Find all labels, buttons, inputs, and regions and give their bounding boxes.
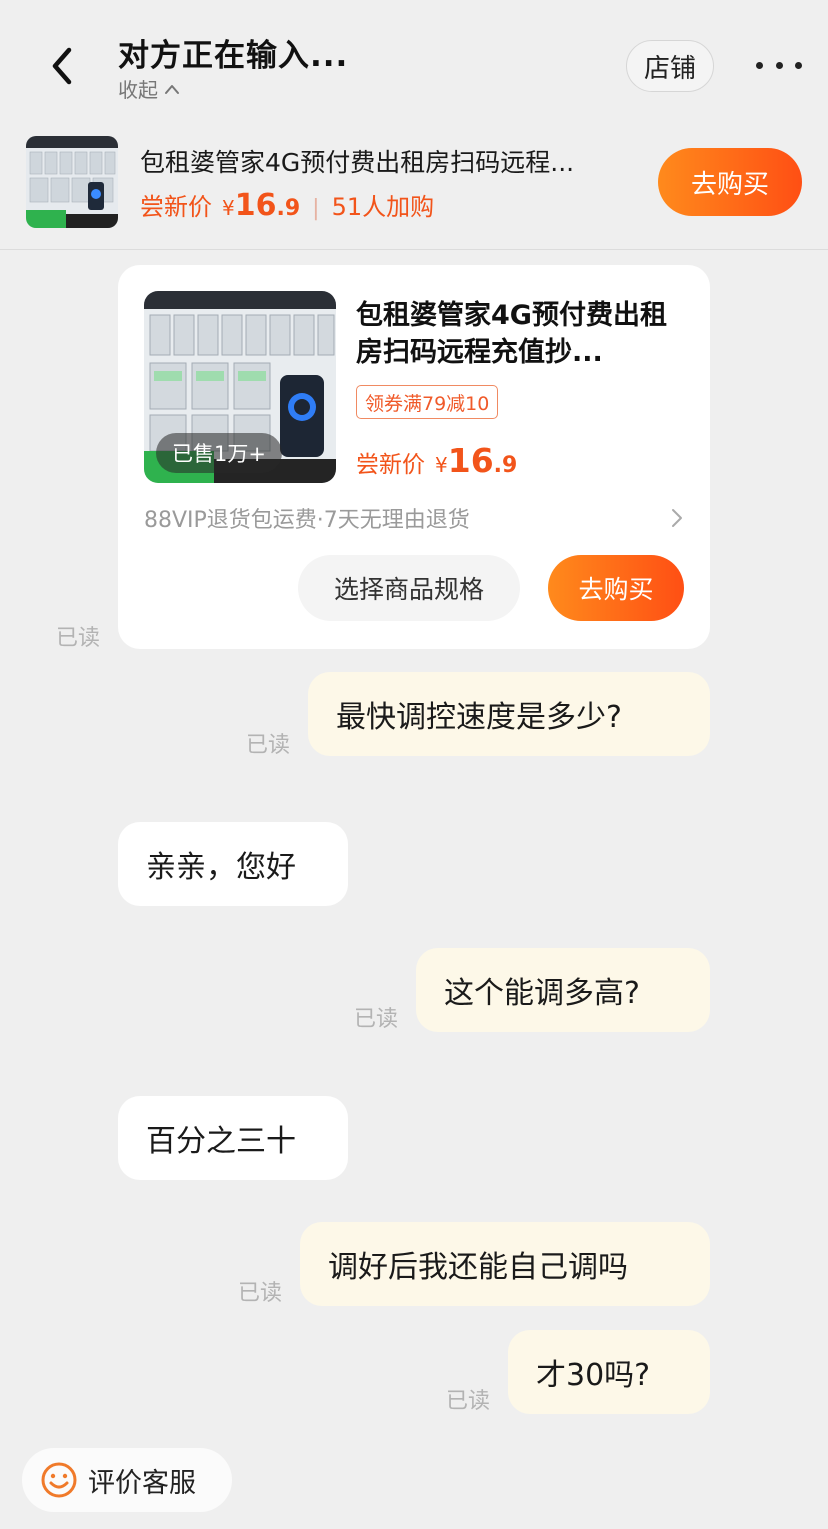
- chat-title: 对方正在输入...: [118, 38, 349, 74]
- coupon-tag: 领券满79减10: [356, 385, 499, 419]
- read-status: 已读: [354, 1007, 399, 1032]
- read-status: 已读: [446, 1389, 491, 1414]
- service-info-row[interactable]: 88VIP退货包运费·7天无理由退货: [144, 501, 684, 535]
- product-thumbnail[interactable]: [26, 136, 118, 228]
- rate-service-button[interactable]: 评价客服: [22, 1448, 232, 1512]
- price-label: 尝新价: [140, 193, 212, 221]
- price-separator: |: [312, 196, 320, 221]
- added-count: 51人加购: [331, 193, 435, 221]
- store-button[interactable]: 店铺: [626, 40, 714, 92]
- more-dots-icon: [756, 61, 763, 69]
- select-spec-button[interactable]: 选择商品规格: [298, 555, 520, 621]
- message-bubble-out[interactable]: 才30吗?: [508, 1330, 710, 1414]
- currency-symbol: ¥: [435, 453, 448, 477]
- product-card-price: 尝新价 ¥ 16 .9: [356, 441, 517, 480]
- back-arrow-icon: [52, 47, 72, 85]
- chevron-right-icon: [672, 509, 682, 527]
- product-bar[interactable]: 包租婆管家4G预付费出租房扫码远程... 尝新价 ¥ 16 .9 | 51人加购…: [0, 125, 828, 250]
- currency-symbol: ¥: [222, 196, 235, 220]
- message-bubble-in[interactable]: 亲亲，您好: [118, 822, 348, 906]
- message-bubble-out[interactable]: 调好后我还能自己调吗: [300, 1222, 710, 1306]
- buy-button-card[interactable]: 去购买: [548, 555, 684, 621]
- product-card-title: 包租婆管家4G预付费出租房扫码远程充值抄...: [356, 300, 667, 368]
- read-status: 已读: [246, 733, 291, 758]
- smiley-icon: [41, 1462, 77, 1498]
- read-status: 已读: [238, 1281, 283, 1306]
- product-bar-title: 包租婆管家4G预付费出租房扫码远程...: [140, 148, 575, 177]
- service-info-text: 88VIP退货包运费·7天无理由退货: [144, 508, 470, 533]
- read-status: 已读: [56, 626, 101, 651]
- back-button[interactable]: [40, 44, 84, 88]
- price-decimal: .9: [493, 453, 518, 478]
- price-integer: 16: [234, 188, 277, 223]
- rate-service-label: 评价客服: [88, 1467, 196, 1499]
- product-image-icon: [26, 136, 118, 228]
- message-bubble-out[interactable]: 这个能调多高?: [416, 948, 710, 1032]
- collapse-label: 收起: [118, 78, 158, 102]
- buy-button-bar[interactable]: 去购买: [658, 148, 802, 216]
- collapse-toggle[interactable]: 收起: [118, 74, 180, 103]
- product-bar-price: 尝新价 ¥ 16 .9 | 51人加购: [140, 187, 434, 223]
- price-label: 尝新价: [356, 452, 425, 478]
- price-integer: 16: [447, 441, 494, 480]
- product-card[interactable]: 已售1万+ 包租婆管家4G预付费出租房扫码远程充值抄... 领券满79减10 尝…: [118, 265, 710, 649]
- message-bubble-in[interactable]: 百分之三十: [118, 1096, 348, 1180]
- chevron-up-icon: [165, 84, 179, 94]
- chat-header: 对方正在输入... 收起 店铺: [0, 0, 828, 125]
- sold-count-badge: 已售1万+: [156, 433, 282, 473]
- more-options-button[interactable]: [756, 50, 802, 80]
- price-decimal: .9: [276, 196, 301, 221]
- message-bubble-out[interactable]: 最快调控速度是多少?: [308, 672, 710, 756]
